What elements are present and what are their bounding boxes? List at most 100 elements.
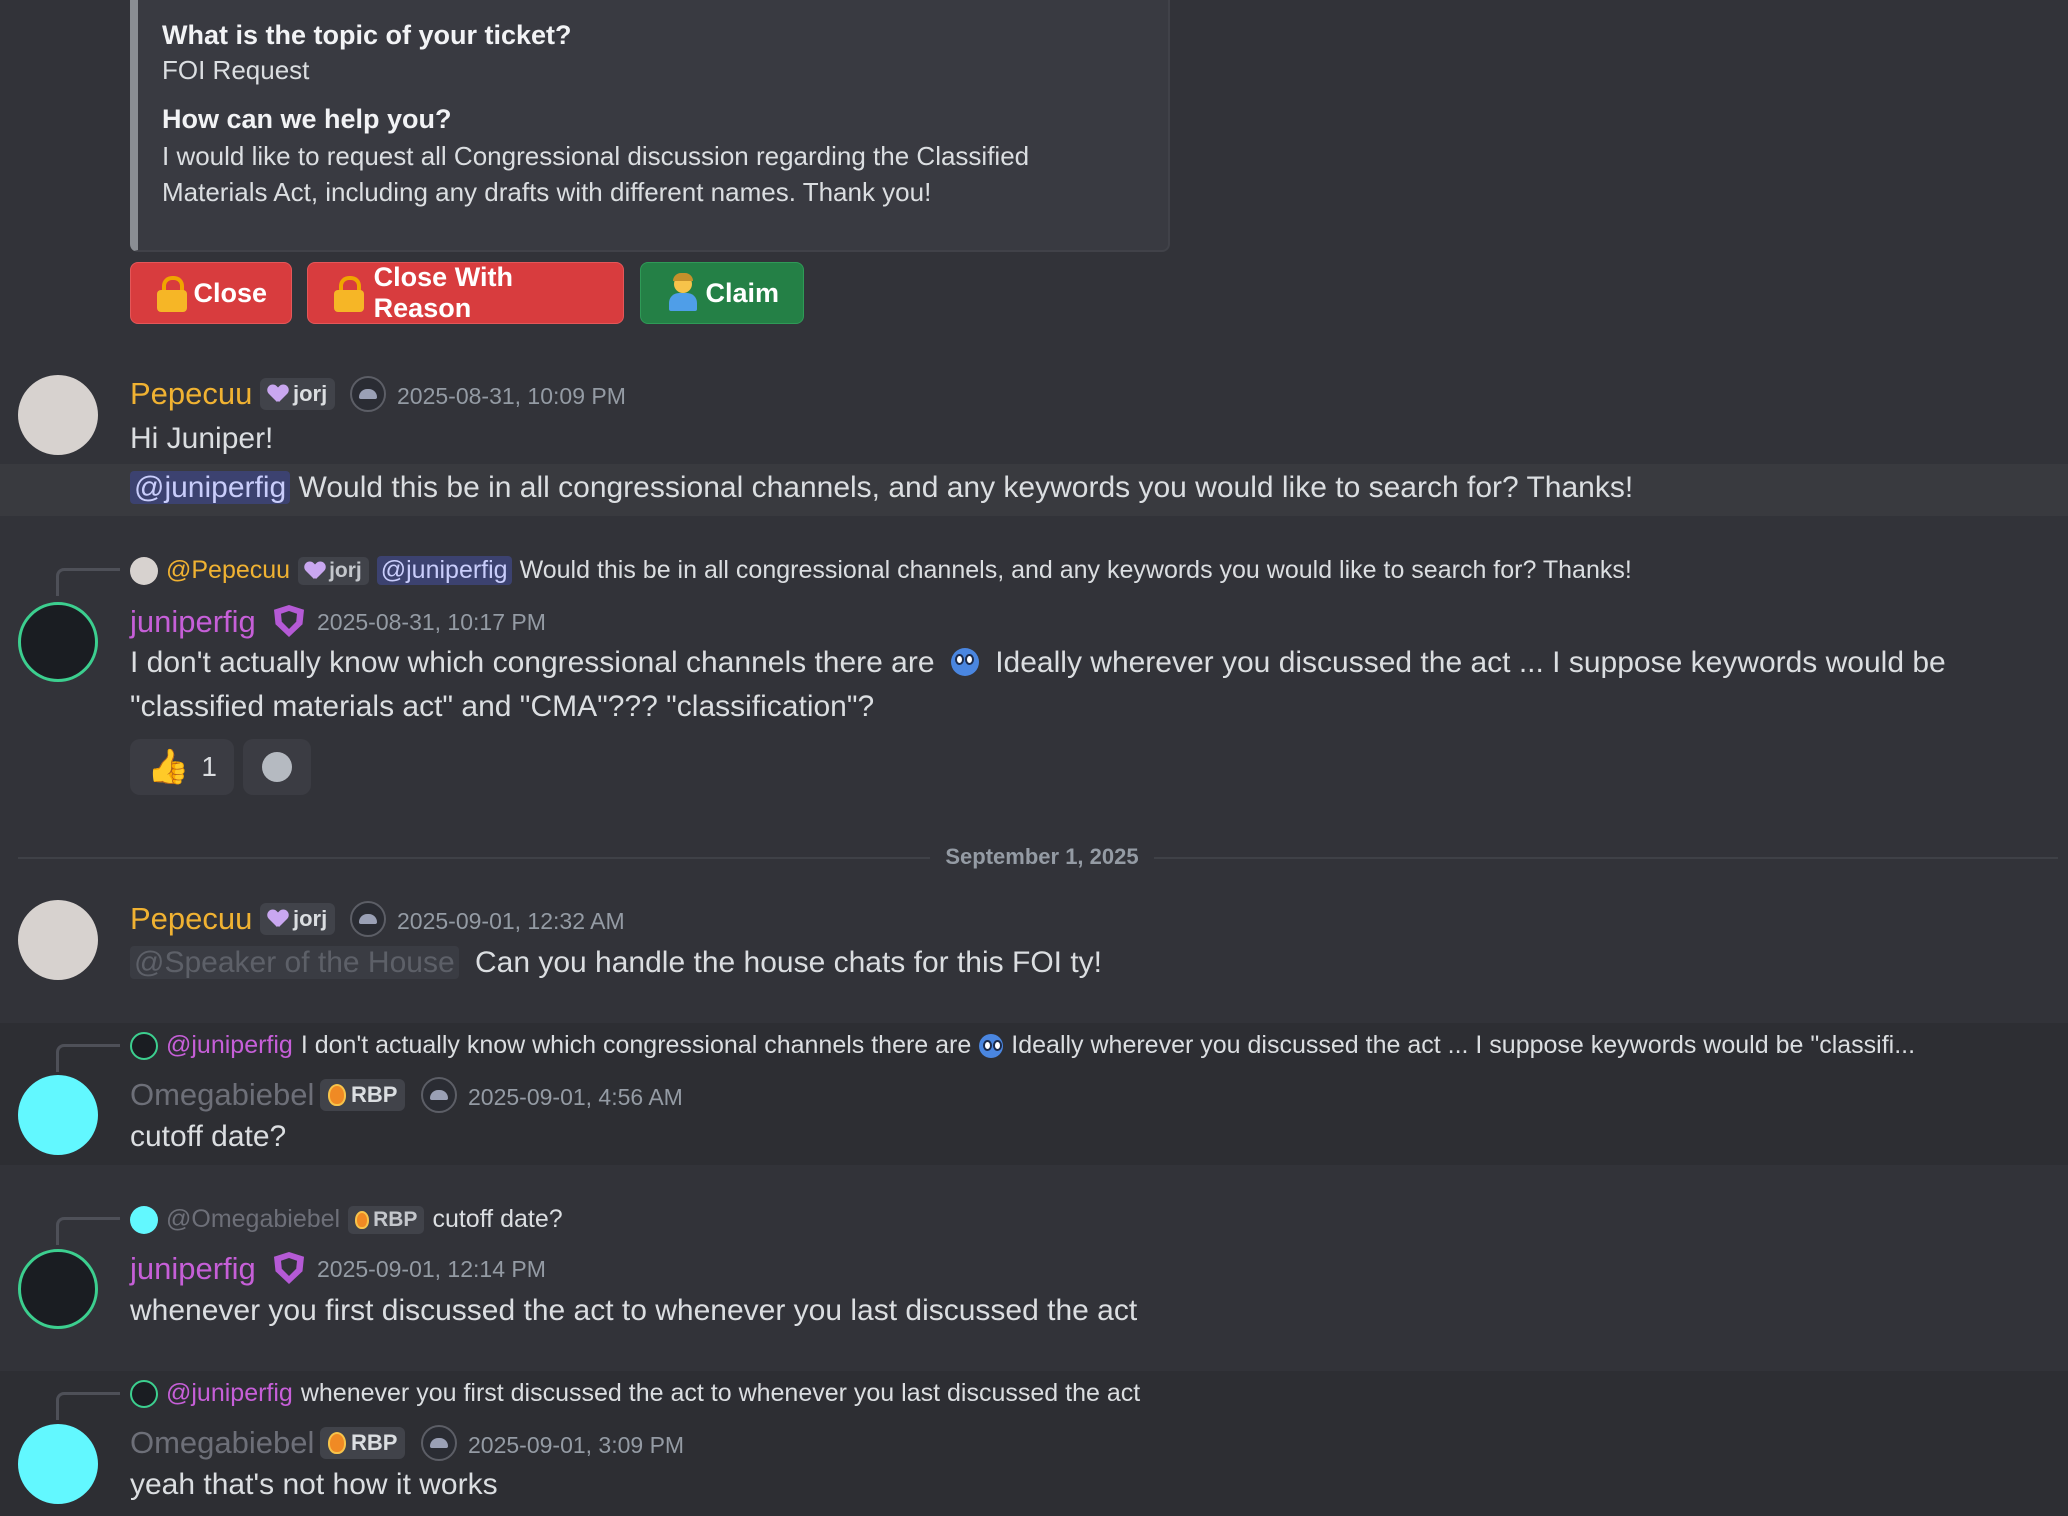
timestamp[interactable]: 2025-08-31, 10:17 PM xyxy=(317,609,546,636)
reply-author[interactable]: @Pepecuu xyxy=(166,556,290,585)
reply-connector xyxy=(56,1392,120,1420)
user-tag[interactable]: RBP xyxy=(320,1427,406,1459)
user-tag-label: jorj xyxy=(293,906,328,931)
embed-answer-help-line1: I would like to request all Congressiona… xyxy=(162,141,1030,171)
thumbs-up-icon: 👍 xyxy=(147,748,190,786)
mini-avatar xyxy=(130,1205,158,1234)
person-icon xyxy=(667,273,697,311)
close-button[interactable]: Close xyxy=(130,262,292,324)
avatar[interactable] xyxy=(18,1249,98,1329)
smiley-icon xyxy=(262,752,292,782)
reply-preview[interactable]: @Omegabiebel RBP cutoff date? xyxy=(130,1205,563,1234)
capitol-icon[interactable] xyxy=(421,1077,457,1113)
reply-text: cutoff date? xyxy=(432,1205,563,1233)
message-text-part: Ideally wherever you discussed the act .… xyxy=(995,646,1946,679)
reaction-thumbs-up[interactable]: 👍 1 xyxy=(130,739,234,795)
capitol-icon[interactable] xyxy=(350,376,386,412)
reply-user-tag: jorj xyxy=(298,556,369,585)
timestamp[interactable]: 2025-08-31, 10:09 PM xyxy=(397,383,626,410)
add-reaction-button[interactable] xyxy=(243,739,311,795)
reply-author[interactable]: @juniperfig xyxy=(166,1031,293,1060)
timestamp[interactable]: 2025-09-01, 12:32 AM xyxy=(397,908,625,935)
claim-button[interactable]: Claim xyxy=(640,262,804,324)
heart-icon xyxy=(268,385,288,403)
user-tag-label: RBP xyxy=(351,1082,398,1107)
message-text: @juniperfig Would this be in all congres… xyxy=(130,471,1633,505)
close-with-reason-label: Close With Reason xyxy=(373,262,513,323)
avatar[interactable] xyxy=(18,602,98,682)
ticket-embed: What is the topic of your ticket? FOI Re… xyxy=(130,0,1170,252)
message-text: @Speaker of the House Can you handle the… xyxy=(130,946,1102,980)
user-tag[interactable]: RBP xyxy=(320,1079,406,1111)
avatar[interactable] xyxy=(18,375,98,455)
reply-author[interactable]: @juniperfig xyxy=(166,1379,293,1408)
user-mention[interactable]: @juniperfig xyxy=(130,471,291,504)
message-text: "classified materials act" and "CMA"??? … xyxy=(130,690,875,723)
reply-mention[interactable]: @juniperfig xyxy=(376,556,512,585)
capitol-icon[interactable] xyxy=(421,1425,457,1461)
reply-connector xyxy=(56,568,120,596)
reply-user-tag-label: RBP xyxy=(373,1207,418,1231)
shield-icon xyxy=(274,605,304,637)
reply-connector xyxy=(56,1217,120,1245)
heart-icon xyxy=(305,562,325,580)
embed-answer-help-line2: Materials Act, including any drafts with… xyxy=(162,177,932,207)
reply-author[interactable]: @Omegabiebel xyxy=(166,1205,340,1234)
user-tag-label: RBP xyxy=(351,1430,398,1455)
reply-preview[interactable]: @juniperfig I don't actually know which … xyxy=(130,1031,1915,1060)
message-text-content: Can you handle the house chats for this … xyxy=(474,946,1102,979)
avatar[interactable] xyxy=(18,900,98,980)
heart-icon xyxy=(268,910,288,928)
flame-icon xyxy=(328,1084,346,1106)
username-juniperfig[interactable]: juniperfig xyxy=(130,604,256,640)
reaction-count: 1 xyxy=(201,751,217,782)
avatar[interactable] xyxy=(18,1075,98,1155)
message-text: Hi Juniper! xyxy=(130,422,274,455)
pleading-face-icon xyxy=(979,1033,1004,1058)
timestamp[interactable]: 2025-09-01, 12:14 PM xyxy=(317,1256,546,1283)
flame-icon xyxy=(328,1432,346,1454)
reply-preview[interactable]: @Pepecuu jorj @juniperfig Would this be … xyxy=(130,556,1632,585)
username-omegabiebel[interactable]: Omegabiebel xyxy=(130,1425,314,1461)
message-text: cutoff date? xyxy=(130,1120,287,1153)
username-pepecuu[interactable]: Pepecuu xyxy=(130,901,252,937)
capitol-icon[interactable] xyxy=(350,901,386,937)
reply-preview[interactable]: @juniperfig whenever you first discussed… xyxy=(130,1379,1140,1408)
timestamp[interactable]: 2025-09-01, 3:09 PM xyxy=(468,1432,684,1459)
username-pepecuu[interactable]: Pepecuu xyxy=(130,376,252,412)
message-text-part: I don't actually know which congressiona… xyxy=(130,646,935,679)
reply-text: I don't actually know which congressiona… xyxy=(300,1031,972,1059)
reply-text: whenever you first discussed the act to … xyxy=(300,1379,1141,1407)
flame-icon xyxy=(355,1210,370,1229)
message-text: yeah that's not how it works xyxy=(130,1468,498,1501)
embed-question-help: How can we help you? xyxy=(162,104,452,134)
reply-connector xyxy=(56,1044,120,1072)
embed-question-topic: What is the topic of your ticket? xyxy=(162,20,572,50)
username-juniperfig[interactable]: juniperfig xyxy=(130,1251,256,1287)
pleading-face-icon xyxy=(950,648,979,676)
date-divider-label: September 1, 2025 xyxy=(930,844,1154,870)
lock-icon xyxy=(334,276,364,312)
timestamp[interactable]: 2025-09-01, 4:56 AM xyxy=(468,1084,683,1111)
mini-avatar xyxy=(130,1379,158,1408)
reply-text: Would this be in all congressional chann… xyxy=(519,556,1632,584)
shield-icon xyxy=(274,1252,304,1284)
message-text: I don't actually know which congressiona… xyxy=(130,646,1946,680)
reply-text: Ideally wherever you discussed the act .… xyxy=(1011,1031,1916,1059)
reply-user-tag: RBP xyxy=(348,1205,425,1234)
user-tag[interactable]: jorj xyxy=(260,903,336,935)
avatar[interactable] xyxy=(18,1424,98,1504)
username-omegabiebel[interactable]: Omegabiebel xyxy=(130,1077,314,1113)
lock-icon xyxy=(157,276,187,312)
reply-user-tag-label: jorj xyxy=(329,558,362,582)
mini-avatar xyxy=(130,556,158,585)
user-tag[interactable]: jorj xyxy=(260,378,336,410)
close-with-reason-button[interactable]: Close With Reason xyxy=(307,262,624,324)
user-tag-label: jorj xyxy=(293,381,328,406)
claim-button-label: Claim xyxy=(705,277,779,308)
message-text-content: Would this be in all congressional chann… xyxy=(298,471,1634,504)
close-button-label: Close xyxy=(193,277,267,308)
mini-avatar xyxy=(130,1031,158,1060)
role-mention[interactable]: @Speaker of the House xyxy=(130,946,459,979)
message-text: whenever you first discussed the act to … xyxy=(130,1294,1138,1327)
